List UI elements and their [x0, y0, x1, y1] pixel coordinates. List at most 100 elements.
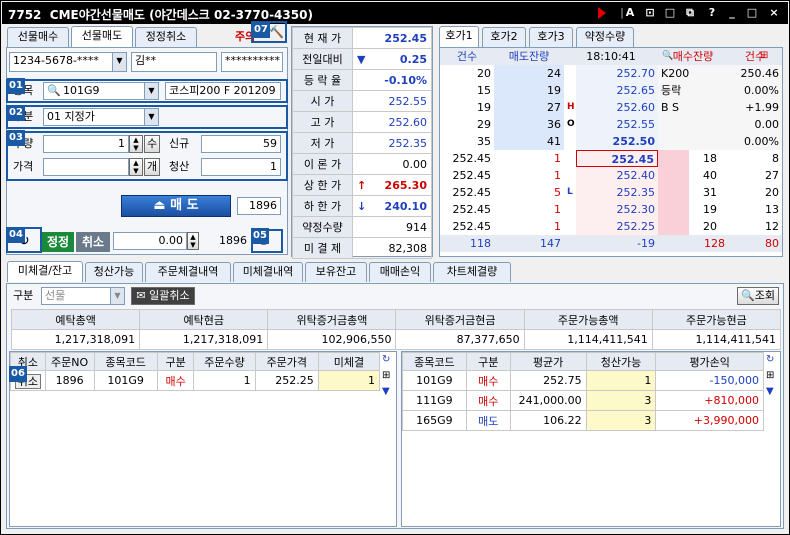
summary-value: 1,114,411,541	[651, 329, 782, 350]
bottom-tab[interactable]: 미체결/잔고	[7, 261, 83, 282]
search-icon: 🔍	[741, 289, 755, 302]
badge-07: 07	[252, 22, 270, 38]
balance-scroll-down-icon[interactable]: ▼	[766, 386, 774, 397]
ask-count: 35	[440, 133, 494, 150]
sell-button[interactable]: ⏏ 매 도	[121, 195, 231, 217]
tab-modify-cancel[interactable]: 정정취소	[135, 27, 197, 47]
ask-price: 252.55	[576, 116, 658, 133]
help-icon[interactable]: ?	[704, 6, 720, 20]
tab-hoga3[interactable]: 호가3	[529, 27, 573, 47]
bid-qty: 19	[658, 201, 720, 218]
tab-sell[interactable]: 선물매도	[71, 26, 133, 47]
price-info-row: 고 가 252.60	[292, 111, 432, 133]
query-button[interactable]: 🔍조회	[737, 287, 779, 305]
link-icon[interactable]: ⊡	[642, 6, 658, 20]
password-field[interactable]: **********	[221, 52, 283, 72]
modify-qty-stepper[interactable]: ▲ ▼	[187, 232, 199, 250]
bid-left: 252.45	[452, 220, 492, 233]
tab-hoga1[interactable]: 호가1	[439, 26, 479, 47]
cancel-order-button[interactable]: 취소	[76, 232, 110, 252]
unfilled-export-icon[interactable]: ⊞	[382, 370, 390, 381]
price-unit-button[interactable]: 개	[144, 158, 160, 176]
item-code-select[interactable]: 🔍 101G9 ▼	[43, 82, 159, 100]
price-stepper[interactable]: ▲ ▼	[129, 158, 143, 176]
side-info-value: 0.00%	[718, 133, 782, 150]
balance-header: 종목코드	[402, 352, 467, 371]
price-value-text: 265.30	[384, 178, 427, 192]
summary-value: 1,217,318,091	[139, 329, 269, 350]
play-icon[interactable]	[598, 7, 606, 19]
tab-hoga1-label: 호가1	[445, 29, 473, 42]
balance-export-icon[interactable]: ⊞	[766, 370, 774, 381]
bottom-tab[interactable]: 미체결내역	[233, 262, 303, 282]
unfilled-header: 미체결	[317, 352, 381, 371]
qty-stepper[interactable]: ▲ ▼	[129, 135, 143, 153]
bid-count: 20	[765, 186, 779, 199]
unfilled-scroll-down-icon[interactable]: ▼	[382, 386, 390, 397]
cascade-icon[interactable]: ⧉	[682, 6, 698, 20]
sell-order-no: 1896	[237, 197, 281, 215]
order-window: 7752 CME야간선물매도 (야간데스크 02-3770-4350) | A …	[0, 0, 790, 535]
font-size-icon[interactable]: A	[622, 6, 638, 20]
price-value-text: 252.55	[388, 94, 428, 108]
filter-select[interactable]: 선물 ▼	[41, 287, 125, 305]
price-value-text: 252.45	[384, 31, 427, 45]
tab-hoga3-label: 호가3	[537, 30, 565, 43]
unfilled-header: 구분	[156, 352, 195, 371]
tools-icon[interactable]: 🔨	[269, 25, 284, 39]
account-number-select[interactable]: 1234-5678-**** ▼	[9, 52, 127, 72]
balance-header-row: 종목코드 구분 평균가 청산가능 평가손익	[402, 352, 764, 371]
ask-mark: H	[567, 102, 575, 112]
restore-icon[interactable]: □	[662, 6, 678, 20]
tab-buy[interactable]: 선물매수	[7, 27, 69, 47]
qty-value: 1	[118, 137, 125, 150]
order-type-select[interactable]: 01 지정가 ▼	[43, 108, 159, 126]
minimize-icon[interactable]: _	[724, 6, 740, 20]
bottom-tab[interactable]: 보유잔고	[305, 262, 367, 282]
price-info-value: ↑ 265.30	[352, 174, 432, 196]
balance-code: 111G9	[402, 390, 467, 411]
price-value-text: 252.60	[388, 115, 428, 129]
unfilled-scroll-refresh-icon[interactable]: ↻	[382, 354, 390, 365]
bottom-tab[interactable]: 매매손익	[369, 262, 431, 282]
qty-unit-button[interactable]: 수	[144, 135, 160, 153]
qty-input[interactable]: 1	[43, 135, 129, 153]
sell-button-label: 매 도	[170, 198, 199, 213]
price-value-text: 240.10	[384, 199, 427, 213]
price-info-row: 약정수량 914	[292, 216, 432, 238]
bulk-cancel-button[interactable]: ✉ 일괄취소	[131, 287, 195, 305]
total-buy-count: 80	[728, 235, 782, 252]
tab-modify-label: 정정취소	[145, 30, 187, 43]
balance-avg: 252.75	[509, 370, 587, 391]
order-qty: 1	[193, 370, 256, 391]
new-qty: 59	[201, 135, 281, 153]
order-price: 252.25	[254, 370, 319, 391]
price-input[interactable]	[43, 158, 129, 176]
ask-count: 19	[440, 99, 494, 116]
total-diff: -19	[564, 235, 658, 252]
total-sell-count: 118	[440, 235, 494, 252]
side-info-label: K200	[658, 65, 718, 82]
search-icon[interactable]: 🔍	[47, 83, 61, 99]
side-info-value: 250.46	[718, 65, 782, 82]
bottom-tab[interactable]: 차트체결량	[433, 262, 511, 282]
bid-count: 13	[765, 203, 779, 216]
tab-hoga2[interactable]: 호가2	[482, 27, 526, 47]
balance-panel: 종목코드 구분 평균가 청산가능 평가손익 101G9 매수 252.75 1 -150,000 1…	[401, 351, 781, 527]
modify-qty-input[interactable]: 0.00	[113, 232, 187, 250]
side: 매수	[156, 370, 195, 391]
query-label: 조회	[754, 289, 775, 302]
price-info-label: 시 가	[292, 90, 353, 112]
bottom-tab[interactable]: 청산가능	[85, 262, 143, 282]
unfilled-header-row: 취소 주문NO 종목코드 구분 주문수량 주문가격 미체결	[10, 352, 381, 371]
tab-sell-label: 선물매도	[81, 29, 123, 42]
tab-contract-qty[interactable]: 약정수량	[576, 27, 634, 47]
bottom-tab-label: 청산가능	[93, 265, 135, 278]
filter-label: 구분	[13, 289, 34, 302]
close-icon[interactable]: ×	[766, 6, 782, 20]
balance-refresh-icon[interactable]: ↻	[766, 354, 774, 365]
envelope-icon: ✉	[136, 289, 146, 302]
bottom-tab[interactable]: 주문체결내역	[145, 262, 231, 282]
modify-button[interactable]: 정정	[42, 232, 74, 252]
maximize-icon[interactable]: □	[744, 6, 760, 20]
